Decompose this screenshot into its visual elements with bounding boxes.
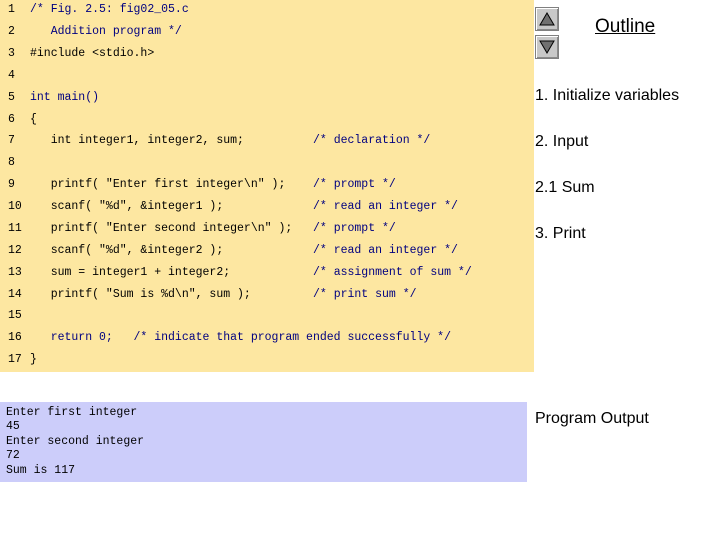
program-output-panel: Enter first integer 45 Enter second inte…	[0, 402, 527, 482]
scroll-down-button[interactable]	[535, 35, 559, 59]
code-comment: /* read an integer */	[313, 244, 458, 257]
output-line: 72	[6, 449, 20, 462]
up-triangle-icon	[539, 12, 555, 26]
code-listing: 1/* Fig. 2.5: fig02_05.c 2 Addition prog…	[0, 0, 534, 372]
output-line: Enter first integer	[6, 406, 138, 419]
code-comment: /* declaration */	[313, 134, 431, 147]
code-comment: /* prompt */	[313, 178, 396, 191]
code-comment: /* prompt */	[313, 222, 396, 235]
code-comment: /* assignment of sum */	[313, 266, 472, 279]
step-sum: 2.1 Sum	[535, 179, 595, 196]
output-line: Sum is 117	[6, 464, 76, 477]
step-input: 2. Input	[535, 133, 589, 150]
down-triangle-icon	[539, 40, 555, 54]
code-comment: /* print sum */	[313, 288, 417, 301]
outline-link[interactable]: Outline	[595, 16, 655, 38]
scroll-up-button[interactable]	[535, 7, 559, 31]
step-initialize-variables: 1. Initialize variables	[535, 87, 680, 104]
output-line: 45	[6, 420, 20, 433]
code-comment: /* read an integer */	[313, 200, 458, 213]
program-output-label: Program Output	[535, 410, 649, 427]
output-line: Enter second integer	[6, 435, 145, 448]
step-print: 3. Print	[535, 225, 586, 242]
